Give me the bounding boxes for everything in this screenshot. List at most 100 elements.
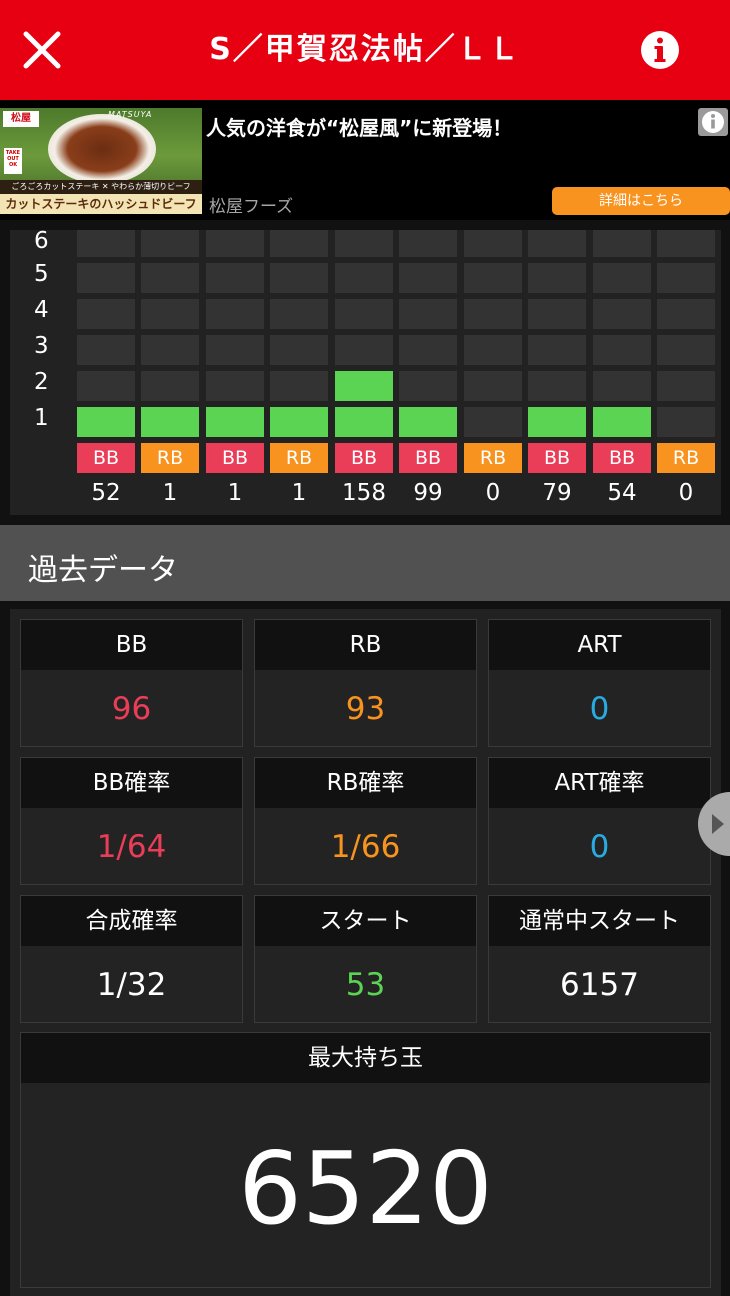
bonus-type-badge: BB (77, 443, 135, 473)
stat-bb-rate: BB確率 1/64 (20, 757, 243, 885)
graph-cell (593, 299, 651, 329)
stat-rb-rate: RB確率 1/66 (254, 757, 477, 885)
graph-cell (206, 230, 264, 257)
graph-cell (77, 335, 135, 365)
stat-value: 96 (111, 691, 152, 727)
stat-combined-rate: 合成確率 1/32 (20, 895, 243, 1023)
bonus-type-badge: BB (335, 443, 393, 473)
stat-value: 6520 (238, 1130, 493, 1247)
graph-cell (528, 263, 586, 293)
graph-cell (141, 371, 199, 401)
info-icon (641, 31, 679, 69)
page-title: S／甲賀忍法帖／ＬＬ (209, 32, 521, 67)
graph-cell (464, 407, 522, 437)
stat-bb: BB 96 (20, 619, 243, 747)
stat-label: ART確率 (489, 758, 710, 808)
stat-label: RB確率 (255, 758, 476, 808)
chevron-right-icon (712, 814, 724, 834)
graph-cell (335, 335, 393, 365)
graph-y-label: 6 (34, 228, 49, 254)
graph-cell (399, 299, 457, 329)
graph-cell (657, 371, 715, 401)
bonus-type-badge: RB (270, 443, 328, 473)
graph-cell (593, 335, 651, 365)
graph-cell (528, 407, 586, 437)
ad-detail-button[interactable]: 詳細はこちら (552, 187, 730, 215)
graph-cell (657, 335, 715, 365)
graph-cell (270, 299, 328, 329)
stat-label: 合成確率 (21, 896, 242, 946)
graph-cell (657, 263, 715, 293)
stat-label: 最大持ち玉 (21, 1033, 710, 1083)
graph-y-label: 1 (34, 405, 49, 431)
bonus-spin-count: 1 (227, 480, 243, 506)
graph-cell (270, 335, 328, 365)
ad-brand-text: MATSUYA (108, 110, 153, 119)
ad-logo: 松屋 (3, 111, 39, 127)
bonus-spin-count: 99 (413, 480, 443, 506)
graph-cell (141, 335, 199, 365)
graph-cell (528, 299, 586, 329)
graph-cell (464, 299, 522, 329)
stat-value: 0 (589, 829, 610, 865)
bonus-spin-count: 79 (542, 480, 572, 506)
graph-cell (657, 407, 715, 437)
bonus-spin-count: 158 (342, 480, 386, 506)
info-icon (702, 111, 724, 133)
graph-cell (399, 371, 457, 401)
ad-info-button[interactable] (698, 108, 728, 136)
graph-y-label: 3 (34, 333, 49, 359)
graph-cell (335, 371, 393, 401)
graph-cell (335, 299, 393, 329)
graph-cell (206, 371, 264, 401)
graph-cell (464, 230, 522, 257)
graph-cell (77, 371, 135, 401)
section-header: 過去データ (0, 525, 730, 601)
graph-cell (528, 230, 586, 257)
graph-cell (77, 299, 135, 329)
ad-headline[interactable]: 人気の洋食が“松屋風”に新登場！ (206, 112, 512, 141)
graph-cell (528, 371, 586, 401)
stat-start: スタート 53 (254, 895, 477, 1023)
stat-normal-start: 通常中スタート 6157 (488, 895, 711, 1023)
graph-cell (141, 263, 199, 293)
graph-cell (399, 263, 457, 293)
stat-label: BB確率 (21, 758, 242, 808)
bonus-type-badge: BB (399, 443, 457, 473)
graph-cell (464, 335, 522, 365)
bonus-type-badge: BB (593, 443, 651, 473)
graph-cell (77, 230, 135, 257)
stat-label: RB (255, 620, 476, 670)
stat-value: 1/64 (96, 829, 167, 865)
graph-cell (593, 407, 651, 437)
bonus-type-badge: RB (657, 443, 715, 473)
stat-label: 通常中スタート (489, 896, 710, 946)
bonus-spin-count: 52 (91, 480, 121, 506)
graph-cell (77, 407, 135, 437)
bonus-type-badge: BB (528, 443, 586, 473)
graph-cell (270, 230, 328, 257)
ad-tagline: ごろごろカットステーキ ✕ やわらか薄切りビーフ (0, 180, 202, 194)
graph-cell (270, 407, 328, 437)
stat-art-rate: ART確率 0 (488, 757, 711, 885)
graph-cell (141, 230, 199, 257)
stat-max-balls: 最大持ち玉 6520 (20, 1032, 711, 1288)
graph-cell (206, 263, 264, 293)
graph-cell (399, 230, 457, 257)
graph-cell (593, 263, 651, 293)
ad-image[interactable]: 松屋 MATSUYA TAKE OUT OK ごろごろカットステーキ ✕ やわら… (0, 108, 202, 214)
graph-y-label: 5 (34, 261, 49, 287)
stat-label: ART (489, 620, 710, 670)
graph-y-label: 4 (34, 297, 49, 323)
graph-cell (593, 230, 651, 257)
graph-cell (657, 230, 715, 257)
graph-cell (141, 407, 199, 437)
info-button[interactable] (640, 30, 680, 70)
graph-cell (335, 407, 393, 437)
graph-cell (528, 335, 586, 365)
stat-value: 53 (345, 967, 386, 1003)
ad-food-image (48, 114, 156, 184)
stat-art: ART 0 (488, 619, 711, 747)
stat-rb: RB 93 (254, 619, 477, 747)
bonus-spin-count: 0 (678, 480, 694, 506)
